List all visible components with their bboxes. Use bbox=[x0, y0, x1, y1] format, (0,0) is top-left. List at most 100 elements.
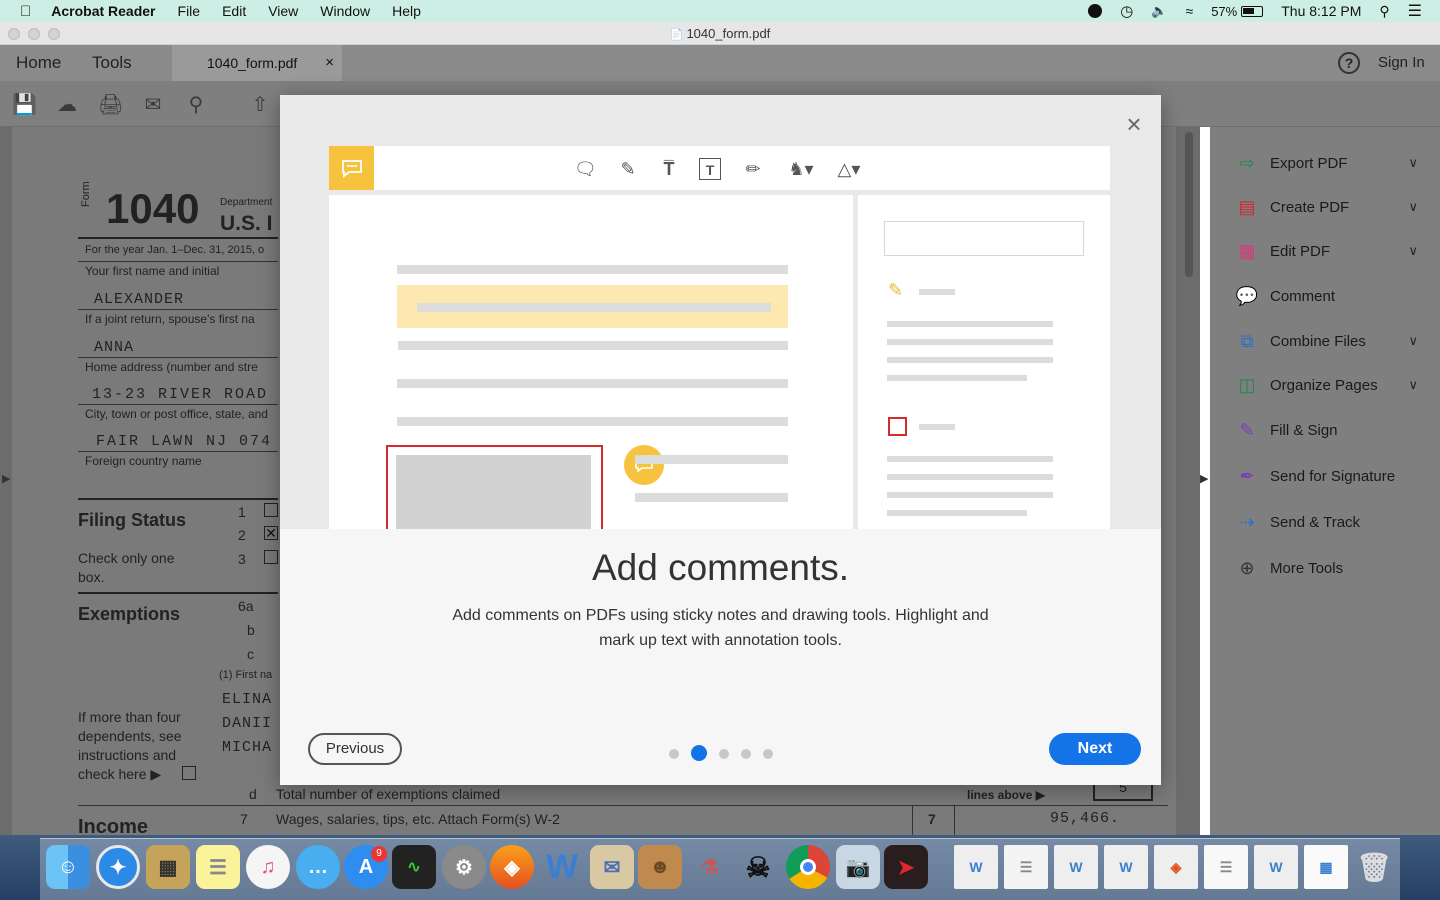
right-panel-toggle-icon[interactable]: ▶ bbox=[1200, 472, 1208, 485]
spotlight-icon[interactable]: ⚲ bbox=[1379, 3, 1389, 20]
chevron-down-icon[interactable]: ∨ bbox=[1408, 199, 1418, 215]
robot-app-icon[interactable]: ☠ bbox=[736, 845, 780, 889]
apple-menu-icon[interactable]:  bbox=[20, 3, 31, 20]
chevron-down-icon[interactable]: ∨ bbox=[1408, 377, 1418, 393]
close-dialog-button[interactable]: × bbox=[1123, 111, 1145, 137]
messages-icon[interactable]: … bbox=[296, 845, 340, 889]
tab-home[interactable]: Home bbox=[16, 45, 61, 81]
menu-window[interactable]: Window bbox=[320, 3, 370, 19]
potion-app-icon[interactable]: ⚗ bbox=[688, 845, 732, 889]
activity-monitor-icon[interactable]: ∿ bbox=[392, 845, 436, 889]
acrobat-reader-icon[interactable]: ➤ bbox=[884, 845, 928, 889]
first-name-value[interactable]: ALEXANDER bbox=[94, 291, 184, 308]
line-d: d bbox=[249, 786, 257, 802]
tool-organize-pages[interactable]: ◫ Organize Pages bbox=[1235, 373, 1377, 397]
sign-in-link[interactable]: Sign In bbox=[1378, 45, 1425, 81]
chevron-down-icon[interactable]: ∨ bbox=[1408, 155, 1418, 171]
home-address-value[interactable]: 13-23 RIVER ROAD bbox=[92, 386, 268, 403]
clock[interactable]: Thu 8:12 PM bbox=[1281, 3, 1361, 19]
calculator-icon[interactable]: ▦ bbox=[146, 845, 190, 889]
tab-document[interactable]: 1040_form.pdf × bbox=[172, 45, 342, 81]
dependents-checkbox[interactable] bbox=[182, 766, 196, 780]
close-window-button[interactable] bbox=[8, 28, 20, 40]
tool-fill-sign[interactable]: ✎ Fill & Sign bbox=[1235, 418, 1337, 442]
upload-cloud-icon[interactable]: ☁ bbox=[55, 93, 79, 117]
itunes-icon[interactable]: ♫ bbox=[246, 845, 290, 889]
save-icon[interactable]: 💾 bbox=[12, 93, 37, 117]
chrome-icon[interactable] bbox=[786, 845, 830, 889]
firefox-icon[interactable]: ◈ bbox=[490, 845, 534, 889]
tool-send-for-signature[interactable]: ✒ Send for Signature bbox=[1235, 464, 1395, 488]
dependent-3[interactable]: MICHA bbox=[222, 739, 272, 756]
menu-view[interactable]: View bbox=[268, 3, 298, 19]
finder-icon[interactable]: ☺ bbox=[46, 845, 90, 889]
tool-export-pdf[interactable]: ⇨ Export PDF bbox=[1235, 151, 1347, 175]
chevron-down-icon[interactable]: ∨ bbox=[1408, 333, 1418, 349]
page-dot-5[interactable] bbox=[763, 749, 773, 759]
menu-edit[interactable]: Edit bbox=[222, 3, 246, 19]
page-dot-2[interactable] bbox=[691, 745, 707, 761]
tool-comment[interactable]: 💬 Comment bbox=[1235, 284, 1335, 308]
left-panel-toggle-icon[interactable]: ▶ bbox=[2, 472, 10, 485]
mail-icon[interactable]: ✉ bbox=[590, 845, 634, 889]
trash-icon[interactable]: 🗑 bbox=[1352, 845, 1396, 889]
word-document-thumbnail[interactable]: W bbox=[1054, 845, 1098, 889]
tool-edit-pdf[interactable]: ▦ Edit PDF bbox=[1235, 239, 1330, 263]
fs-checkbox-3[interactable] bbox=[264, 550, 278, 564]
contacts-icon[interactable]: ☻ bbox=[638, 845, 682, 889]
zoom-window-button[interactable] bbox=[48, 28, 60, 40]
word-icon[interactable]: W bbox=[540, 845, 584, 889]
city-value[interactable]: FAIR LAWN NJ 074 bbox=[96, 433, 272, 450]
window-title-bar: 📄 1040_form.pdf bbox=[0, 22, 1440, 45]
minimize-window-button[interactable] bbox=[28, 28, 40, 40]
dependent-1[interactable]: ELINA bbox=[222, 691, 272, 708]
organize-pages-icon: ◫ bbox=[1238, 374, 1256, 395]
menu-file[interactable]: File bbox=[178, 3, 201, 19]
tool-label: Edit PDF bbox=[1270, 242, 1331, 260]
word-document-thumbnail[interactable]: W bbox=[1104, 845, 1148, 889]
stamp-icon: ♞▾ bbox=[788, 159, 814, 179]
tool-more-tools[interactable]: ⊕ More Tools bbox=[1235, 556, 1343, 580]
battery-icon[interactable] bbox=[1241, 5, 1264, 17]
wifi-icon[interactable]: ≈ bbox=[1186, 3, 1194, 19]
dependent-2[interactable]: DANII bbox=[222, 715, 272, 732]
previous-button[interactable]: Previous bbox=[308, 733, 402, 765]
vertical-scrollbar[interactable] bbox=[1185, 132, 1193, 277]
tool-combine-files[interactable]: ⧉ Combine Files bbox=[1235, 329, 1366, 353]
system-preferences-icon[interactable]: ⚙ bbox=[442, 845, 486, 889]
fs-checkbox-1[interactable] bbox=[264, 503, 278, 517]
firefox-window-thumbnail[interactable]: ◈ bbox=[1154, 845, 1198, 889]
document-thumbnail[interactable]: ☰ bbox=[1004, 845, 1048, 889]
document-thumbnail[interactable]: ☰ bbox=[1204, 845, 1248, 889]
tab-tools[interactable]: Tools bbox=[92, 45, 132, 81]
page-dot-3[interactable] bbox=[719, 749, 729, 759]
safari-icon[interactable]: ✦ bbox=[96, 845, 140, 889]
wages-value[interactable]: 95,466. bbox=[1050, 810, 1120, 827]
tool-create-pdf[interactable]: ▤ Create PDF bbox=[1235, 195, 1349, 219]
page-dot-4[interactable] bbox=[741, 749, 751, 759]
page-dot-1[interactable] bbox=[669, 749, 679, 759]
volume-icon[interactable]: 🔈 bbox=[1151, 3, 1167, 19]
time-machine-icon[interactable]: ◷ bbox=[1120, 2, 1133, 20]
app-menu[interactable]: Acrobat Reader bbox=[51, 3, 155, 19]
notes-icon[interactable]: ☰ bbox=[196, 845, 240, 889]
print-icon[interactable]: 🖨 bbox=[98, 93, 123, 117]
close-tab-icon[interactable]: × bbox=[325, 45, 334, 81]
word-document-thumbnail[interactable]: W bbox=[954, 845, 998, 889]
document-thumbnail[interactable]: ▦ bbox=[1304, 845, 1348, 889]
email-icon[interactable]: ✉ bbox=[141, 93, 165, 117]
filing-status-heading: Filing Status bbox=[78, 510, 186, 530]
page-up-icon[interactable]: ⇧ bbox=[248, 93, 272, 117]
help-icon[interactable]: ? bbox=[1338, 52, 1360, 74]
chevron-down-icon[interactable]: ∨ bbox=[1408, 243, 1418, 259]
fs-checkbox-2[interactable]: ✕ bbox=[264, 526, 278, 540]
spouse-value[interactable]: ANNA bbox=[94, 339, 134, 356]
preview-icon[interactable]: 📷 bbox=[836, 845, 880, 889]
word-document-thumbnail[interactable]: W bbox=[1254, 845, 1298, 889]
notification-center-icon[interactable]: ☰ bbox=[1408, 1, 1422, 21]
menu-help[interactable]: Help bbox=[392, 3, 421, 19]
tool-send-track[interactable]: ⇢ Send & Track bbox=[1235, 510, 1360, 534]
next-button[interactable]: Next bbox=[1049, 733, 1141, 765]
search-icon[interactable]: ⚲ bbox=[184, 93, 208, 117]
status-dot-icon[interactable] bbox=[1088, 4, 1103, 18]
